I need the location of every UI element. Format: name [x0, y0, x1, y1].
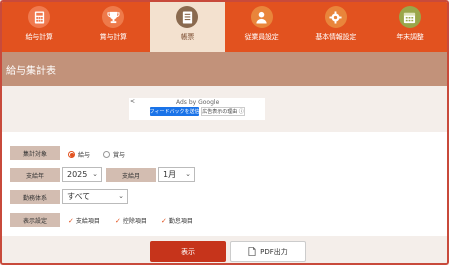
calendar-icon [398, 6, 421, 28]
radio-label: 賞与 [113, 152, 126, 159]
year-select[interactable]: 2025 ⌄ [62, 167, 102, 182]
show-button[interactable]: 表示 [150, 241, 226, 262]
radio-selected-icon [68, 151, 75, 158]
ad-feedback-button[interactable]: フィードバックを送信 [150, 107, 199, 116]
month-label: 支給月 [106, 168, 156, 182]
nav-label: 従業員設定 [244, 33, 279, 41]
nav-item-reports[interactable]: 帳票 [150, 2, 225, 52]
employment-select[interactable]: すべて ⌄ [62, 189, 128, 204]
year-value: 2025 [67, 170, 88, 179]
nav-label: 賞与計算 [99, 33, 127, 41]
ad-why-button[interactable]: 広告表示の理由 ⓘ [201, 107, 245, 116]
display-checkbox-payments[interactable]: ✓ 支給項目 [68, 216, 100, 226]
nav-item-employee-settings[interactable]: 従業員設定 [225, 2, 299, 52]
nav-label: 帳票 [180, 33, 195, 41]
radio-label: 給与 [78, 152, 91, 159]
month-value: 1月 [163, 170, 177, 179]
app-window: 給与計算 賞与計算 帳票 従業員設定 基本情報設定 年末調整 給与集計表 < A… [0, 0, 449, 265]
pdf-export-button[interactable]: PDF出力 [230, 241, 306, 262]
chevron-down-icon: ⌄ [185, 170, 191, 178]
document-icon [176, 6, 199, 28]
nav-label: 年末調整 [396, 33, 424, 41]
target-label: 集計対象 [10, 146, 60, 160]
nav-item-payroll[interactable]: 給与計算 [2, 2, 76, 52]
year-label: 支給年 [10, 168, 60, 182]
trophy-icon [102, 6, 125, 28]
nav-item-year-end[interactable]: 年末調整 [373, 2, 447, 52]
target-radio-payroll[interactable]: 給与 [68, 150, 90, 159]
nav-item-basic-settings[interactable]: 基本情報設定 [299, 2, 373, 52]
nav-item-bonus[interactable]: 賞与計算 [76, 2, 150, 52]
report-form: 集計対象 給与 賞与 支給年 2025 ⌄ 支給月 1月 ⌄ 勤務体系 すべて … [2, 132, 447, 236]
person-icon [250, 6, 273, 28]
pdf-button-label: PDF出力 [260, 247, 288, 256]
checkbox-label: 支給項目 [75, 218, 100, 225]
employment-value: すべて [67, 192, 91, 201]
gear-icon [324, 6, 347, 28]
calculator-icon [28, 6, 51, 28]
month-select[interactable]: 1月 ⌄ [158, 167, 195, 182]
target-radio-bonus[interactable]: 賞与 [103, 150, 125, 159]
employment-label: 勤務体系 [10, 190, 60, 204]
chevron-down-icon: ⌄ [118, 192, 124, 200]
checkbox-label: 勤怠項目 [168, 218, 193, 225]
checkbox-label: 控除項目 [122, 218, 147, 225]
pdf-file-icon [248, 247, 256, 256]
check-icon: ✓ [115, 216, 121, 225]
radio-empty-icon [103, 151, 110, 158]
main-nav: 給与計算 賞与計算 帳票 従業員設定 基本情報設定 年末調整 [2, 2, 447, 52]
nav-label: 基本情報設定 [315, 33, 357, 41]
check-icon: ✓ [68, 216, 74, 225]
check-icon: ✓ [161, 216, 167, 225]
display-label: 表示設定 [10, 213, 60, 227]
display-checkbox-attendance[interactable]: ✓ 勤怠項目 [161, 216, 193, 226]
nav-label: 給与計算 [25, 33, 53, 41]
chevron-down-icon: ⌄ [92, 170, 98, 178]
ad-attribution: Ads by Google [176, 99, 220, 106]
page-title: 給与集計表 [6, 66, 56, 77]
ad-back-button[interactable]: < [130, 98, 135, 105]
display-checkbox-deductions[interactable]: ✓ 控除項目 [115, 216, 147, 226]
ad-banner: < Ads by Google フィードバックを送信 広告表示の理由 ⓘ [129, 98, 265, 120]
page-header: 給与集計表 [2, 52, 447, 86]
